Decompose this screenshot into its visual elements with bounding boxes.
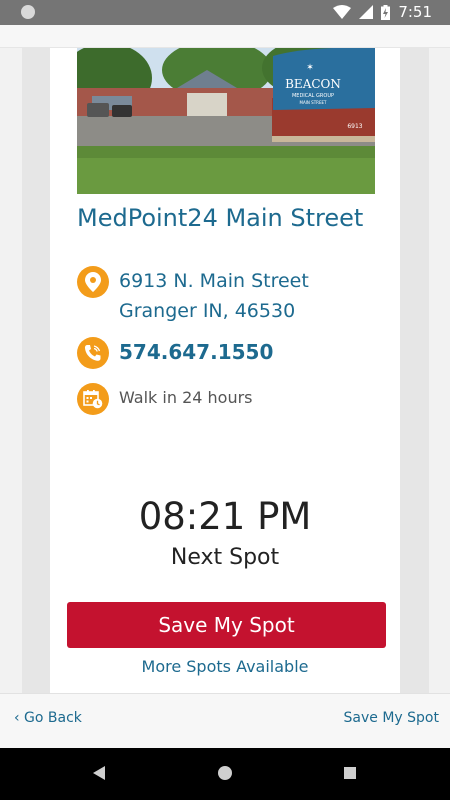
more-spots-link[interactable]: More Spots Available [0,657,450,676]
clinic-name: MedPoint24 Main Street [77,204,364,232]
walk-in-text: Walk in 24 hours [119,388,253,407]
phone-number: 574.647.1550 [119,340,274,364]
app-header-strip [0,25,450,48]
nav-back-icon[interactable] [93,766,105,780]
phone-icon [77,337,109,369]
photo-sign-street: MAIN STREET [300,100,327,105]
address-row[interactable]: 6913 N. Main Street Granger IN, 46530 [77,266,309,326]
photo-sign-sub: MEDICAL GROUP [292,93,334,99]
status-bar: 7:51 [0,0,450,25]
photo-sign-brand: BEACON [285,77,341,91]
photo-sign-number: 6913 [347,123,362,130]
notification-dot-icon [21,5,35,19]
battery-charging-icon [381,4,391,20]
status-time: 7:51 [398,3,432,21]
nav-recents-icon[interactable] [344,767,356,779]
wifi-icon [333,5,352,19]
save-my-spot-link[interactable]: Save My Spot [344,710,439,726]
status-icons: 7:51 [333,3,432,21]
location-pin-icon [77,266,109,298]
walk-in-row: Walk in 24 hours [77,383,253,415]
system-nav-bar [0,748,450,800]
bottom-app-bar: ‹ Go Back Save My Spot [0,693,450,748]
address-line1: 6913 N. Main Street [119,270,309,292]
cell-signal-icon [359,5,374,19]
next-spot-label: Next Spot [170,545,280,570]
address-line2: Granger IN, 46530 [119,300,296,322]
save-my-spot-button[interactable]: Save My Spot [67,602,386,648]
svg-text:✶: ✶ [306,63,314,73]
calendar-clock-icon [77,383,109,415]
clinic-photo: ✶ BEACON MEDICAL GROUP MAIN STREET 6913 [77,48,375,194]
clinic-photo-illustration: ✶ BEACON MEDICAL GROUP MAIN STREET 6913 [77,48,375,194]
nav-home-icon[interactable] [218,766,232,780]
next-spot-time: 08:21 PM [138,495,312,538]
phone-row[interactable]: 574.647.1550 [77,337,273,369]
go-back-link[interactable]: ‹ Go Back [14,710,82,726]
clinic-card: ✶ BEACON MEDICAL GROUP MAIN STREET 6913 [50,48,400,693]
